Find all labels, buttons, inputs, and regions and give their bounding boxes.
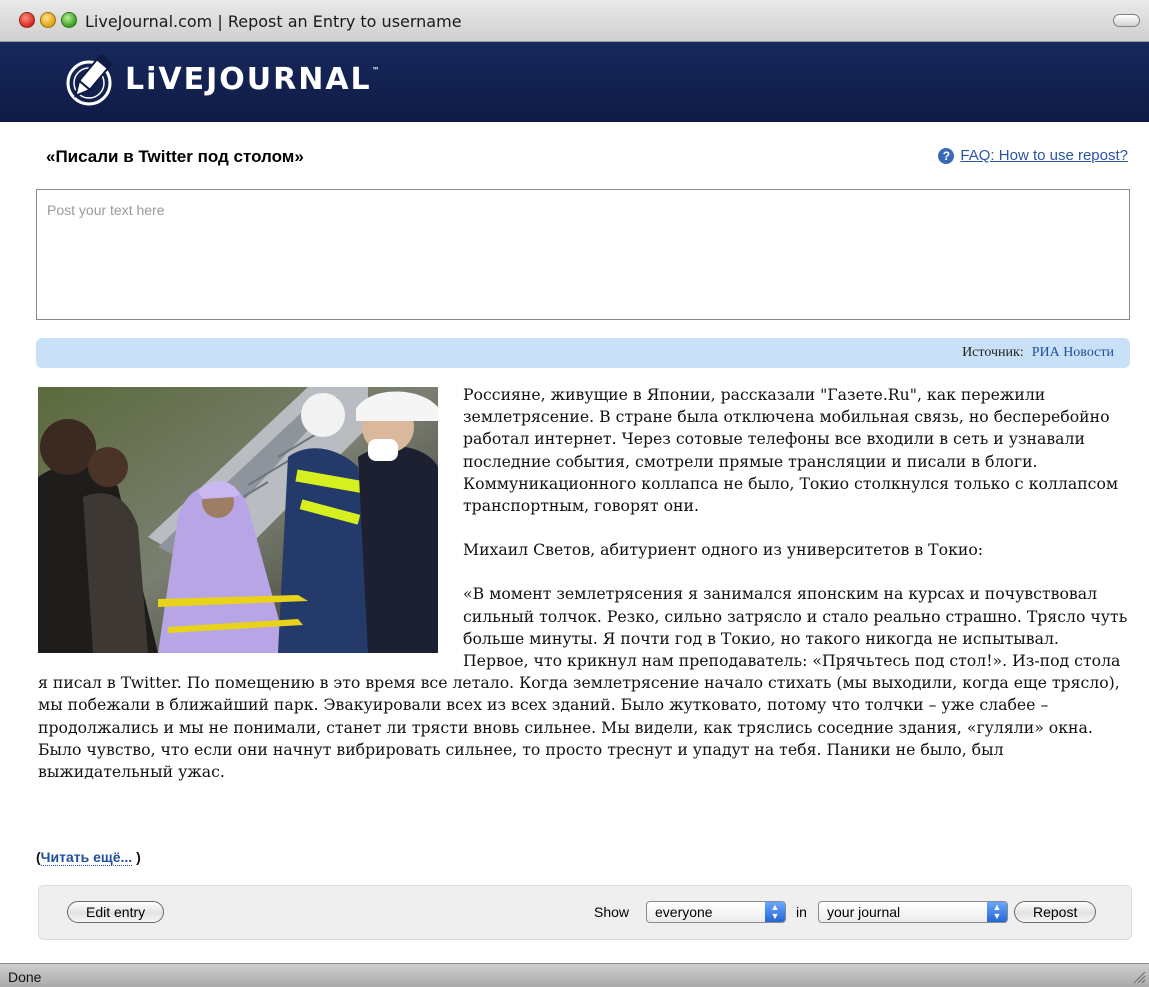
faq-link[interactable]: FAQ: How to use repost?: [960, 147, 1128, 164]
edit-entry-button[interactable]: Edit entry: [67, 901, 165, 923]
entry-title: «Писали в Twitter под столом»: [46, 147, 304, 166]
zoom-window-button[interactable]: [61, 12, 77, 28]
resize-grip-icon[interactable]: [1132, 970, 1146, 984]
livejournal-wordmark[interactable]: LiVEJOURNAL™: [125, 62, 380, 97]
select-arrows-icon: ▲ ▼: [987, 902, 1007, 922]
entry-article: Россияне, живущие в Японии, рассказали "…: [38, 384, 1134, 783]
repost-toolbar: Edit entry Show everyone ▲ ▼ in your jour…: [38, 885, 1132, 940]
target-journal-select[interactable]: your journal ▲ ▼: [818, 901, 1008, 923]
article-photo: [38, 387, 438, 653]
minimize-window-button[interactable]: [40, 12, 56, 28]
window-titlebar: LiveJournal.com | Repost an Entry to use…: [0, 0, 1149, 42]
read-more: (Читать ещё... ): [36, 849, 141, 866]
status-text: Done: [8, 969, 42, 985]
source-label: Источник:: [962, 345, 1024, 360]
read-more-close-paren: ): [136, 849, 141, 865]
select-arrows-icon: ▲ ▼: [765, 902, 785, 922]
source-link[interactable]: РИА Новости: [1032, 345, 1114, 361]
trademark-sign: ™: [371, 66, 380, 75]
close-window-button[interactable]: [19, 12, 35, 28]
faq-link-group[interactable]: ? FAQ: How to use repost?: [938, 147, 1128, 164]
visibility-select-value: everyone: [655, 904, 713, 920]
toolbar-toggle-button[interactable]: [1113, 14, 1140, 27]
target-select-value: your journal: [827, 904, 901, 920]
repost-text-input[interactable]: [36, 189, 1130, 320]
source-bar: Источник: РИА Новости: [36, 338, 1130, 368]
repost-button[interactable]: Repost: [1014, 901, 1097, 923]
livejournal-pencil-logo-icon: [66, 54, 112, 106]
status-bar: Done: [0, 963, 1149, 987]
help-icon[interactable]: ?: [938, 147, 955, 164]
in-label: in: [796, 904, 807, 920]
visibility-select[interactable]: everyone ▲ ▼: [646, 901, 786, 923]
wordmark-text: LiVEJOURNAL: [125, 62, 372, 97]
article-paragraph: Первое, что крикнул нам преподаватель: «…: [38, 651, 1121, 782]
read-more-open-paren: (: [36, 849, 41, 865]
earthquake-photo-icon: [38, 387, 438, 653]
show-label: Show: [594, 904, 630, 920]
read-more-link[interactable]: Читать ещё...: [40, 849, 133, 866]
window-title: LiveJournal.com | Repost an Entry to use…: [85, 12, 462, 31]
site-header: LiVEJOURNAL™: [0, 42, 1149, 122]
